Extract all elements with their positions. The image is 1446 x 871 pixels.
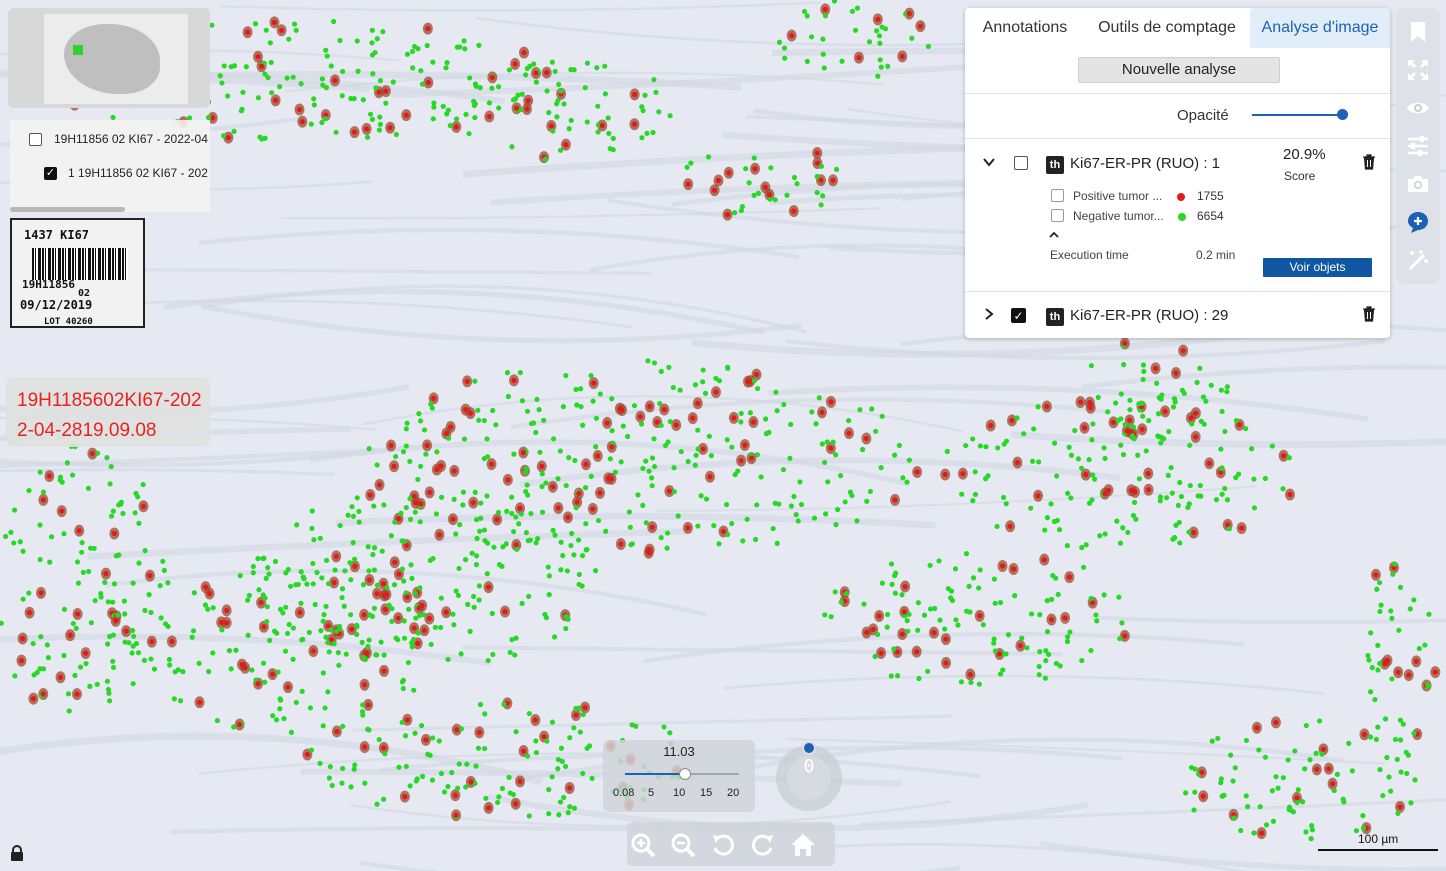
minimap-viewport[interactable] <box>73 45 83 55</box>
slide-list-scrollbar[interactable] <box>10 207 125 212</box>
analysis-checkbox[interactable] <box>1014 156 1028 170</box>
barcode <box>32 248 128 280</box>
rotate-left-icon[interactable] <box>710 832 736 858</box>
tab-image-analysis[interactable]: Analyse d'image <box>1250 8 1390 48</box>
class-label-negative: Negative tumor... <box>1073 209 1164 223</box>
right-toolbar <box>1396 8 1440 284</box>
label-text-date: 09/12/2019 <box>20 298 93 312</box>
execution-time-value: 0.2 min <box>1196 248 1236 262</box>
slide-name-plate: 19H1185602KI67-2022-04-2819.09.08 <box>6 377 210 447</box>
slide-list-item[interactable]: ✓ 1 19H11856 02 KI67 - 202 <box>44 166 208 180</box>
label-text-lot: LOT 40260 <box>44 317 93 327</box>
home-icon[interactable] <box>790 832 816 858</box>
opacity-slider-handle[interactable] <box>1337 109 1348 120</box>
execution-time-label: Execution time <box>1050 248 1129 262</box>
slide-checkbox-checked[interactable]: ✓ <box>44 166 57 180</box>
slide-list-item[interactable]: 19H11856 02 KI67 - 2022-04 <box>29 132 208 146</box>
positive-color-dot <box>1177 193 1185 201</box>
trash-icon[interactable] <box>1362 154 1376 170</box>
zoom-slider-fill <box>625 773 685 775</box>
class-label-positive: Positive tumor ... <box>1073 189 1163 203</box>
zoom-out-icon[interactable] <box>670 832 696 858</box>
zoom-widget: 11.03 0.08 5 10 15 20 <box>603 740 755 812</box>
score-value: 20.9% <box>1283 146 1326 163</box>
lock-icon[interactable] <box>10 845 24 861</box>
rotation-dial[interactable]: 0 <box>776 741 842 811</box>
zoom-value: 11.03 <box>663 744 695 759</box>
analysis-title: Ki67-ER-PR (RUO) : 29 <box>1070 307 1229 324</box>
trash-icon[interactable] <box>1362 306 1376 322</box>
slide-list: 19H11856 02 KI67 - 2022-04 ✓ 1 19H11856 … <box>10 120 210 212</box>
analysis-checkbox-checked[interactable]: ✓ <box>1011 308 1026 323</box>
chevron-down-icon[interactable] <box>982 155 996 169</box>
class-checkbox[interactable] <box>1051 189 1064 202</box>
slide-label-image: 1437 KI67 19H11856 02 09/12/2019 LOT 402… <box>10 218 145 328</box>
rotation-value: 0 <box>787 756 831 800</box>
tab-annotations[interactable]: Annotations <box>973 8 1077 48</box>
zoom-tick[interactable]: 20 <box>727 787 739 799</box>
scale-bar: 100 µm <box>1318 832 1438 852</box>
zoom-tick[interactable]: 10 <box>673 787 685 799</box>
minimap-slide <box>44 14 188 104</box>
class-count-positive: 1755 <box>1197 189 1224 203</box>
slide-name: 19H1185602KI67-2022-04-2819.09.08 <box>17 390 202 441</box>
analysis-panel: Annotations Outils de comptage Analyse d… <box>965 8 1390 338</box>
new-analysis-button[interactable]: Nouvelle analyse <box>1078 57 1280 83</box>
class-count-negative: 6654 <box>1197 209 1224 223</box>
minimap-tissue <box>64 24 160 94</box>
bookmark-icon[interactable] <box>1406 20 1430 44</box>
divider <box>965 138 1390 139</box>
slide-list-label: 1 19H11856 02 KI67 - 202 <box>68 166 208 180</box>
score-label: Score <box>1284 169 1316 183</box>
eye-icon[interactable] <box>1406 96 1430 120</box>
negative-color-dot <box>1178 213 1186 221</box>
th-logo-icon: th <box>1046 308 1064 326</box>
zoom-tick[interactable]: 5 <box>648 787 654 799</box>
zoom-tick[interactable]: 0.08 <box>613 787 634 799</box>
slide-checkbox[interactable] <box>29 132 42 146</box>
sliders-icon[interactable] <box>1406 134 1430 158</box>
slide-minimap[interactable] <box>8 8 210 108</box>
opacity-slider[interactable] <box>1252 114 1344 116</box>
chevron-right-icon[interactable] <box>982 307 996 321</box>
camera-icon[interactable] <box>1406 172 1430 196</box>
th-logo-icon: th <box>1046 156 1064 174</box>
fullscreen-icon[interactable] <box>1406 58 1430 82</box>
label-text-id: 19H11856 <box>22 278 75 291</box>
panel-tabs: Annotations Outils de comptage Analyse d… <box>965 8 1390 48</box>
magic-wand-icon[interactable] <box>1406 248 1430 272</box>
zoom-ticks: 0.08 5 10 15 20 <box>603 787 755 801</box>
rotation-handle[interactable] <box>802 741 816 755</box>
scale-bar-line <box>1318 849 1438 851</box>
zoom-tick[interactable]: 15 <box>700 787 712 799</box>
scale-bar-label: 100 µm <box>1358 832 1399 846</box>
divider <box>965 93 1390 94</box>
analysis-title: Ki67-ER-PR (RUO) : 1 <box>1070 155 1221 172</box>
navigation-bar <box>627 822 835 866</box>
rotate-right-icon[interactable] <box>750 832 776 858</box>
opacity-label: Opacité <box>1177 107 1229 124</box>
divider <box>965 291 1390 292</box>
tab-counting-tools[interactable]: Outils de comptage <box>1089 8 1245 48</box>
comment-add-icon[interactable] <box>1406 210 1430 234</box>
zoom-in-icon[interactable] <box>630 832 656 858</box>
slide-list-label: 19H11856 02 KI67 - 2022-04 <box>54 132 208 146</box>
class-checkbox[interactable] <box>1051 209 1064 222</box>
label-text-top: 1437 KI67 <box>24 228 90 242</box>
chevron-up-icon[interactable] <box>1048 229 1060 241</box>
zoom-slider-handle[interactable] <box>679 768 691 780</box>
view-objects-button[interactable]: Voir objets <box>1263 258 1372 277</box>
